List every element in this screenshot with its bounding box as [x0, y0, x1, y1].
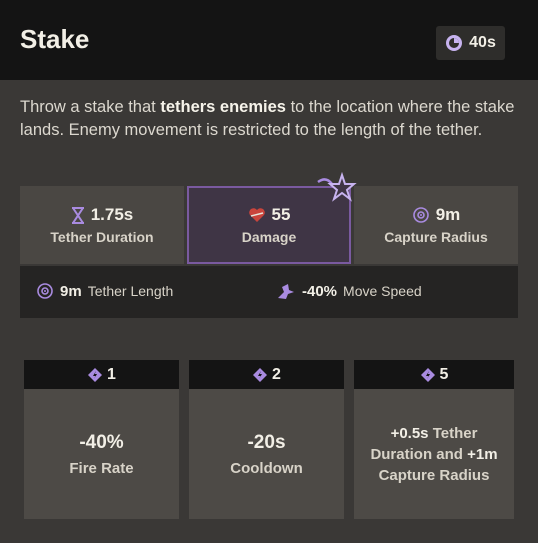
upgrade-tier-2[interactable]: 2 -20s Cooldown: [189, 360, 344, 519]
upgrade-cost-value: 1: [107, 365, 116, 383]
ability-title: Stake: [20, 24, 90, 54]
substat-label: Move Speed: [343, 283, 422, 299]
ability-header: Stake 40s: [0, 0, 538, 80]
upgrade-value: +1m: [467, 445, 498, 463]
ability-description: Throw a stake that tethers enemies to th…: [20, 96, 520, 142]
upgrade-tier-1[interactable]: 1 -40% Fire Rate: [24, 360, 179, 519]
upgrade-label: Cooldown: [230, 459, 303, 477]
ability-point-icon: [252, 367, 268, 383]
substat-label: Tether Length: [87, 283, 174, 299]
stat-label: Capture Radius: [384, 229, 488, 245]
cooldown-icon: [445, 34, 463, 52]
slow-icon: [276, 282, 296, 300]
stat-tether-duration: 1.75s Tether Duration: [20, 186, 184, 264]
description-text: Throw a stake that: [20, 98, 161, 116]
substat-move-speed: -40% Move Speed: [276, 282, 422, 300]
upgrade-value: -20s: [247, 431, 286, 453]
target-icon: [412, 206, 430, 224]
stat-label: Tether Duration: [50, 229, 154, 245]
upgrade-cost-value: 5: [439, 365, 449, 383]
upgrade-cost: 2: [189, 360, 344, 389]
upgrade-label: Capture Radius: [378, 466, 490, 484]
target-icon: [36, 282, 54, 300]
substats-row: 9m Tether Length -40% Move Speed: [20, 266, 518, 318]
upgrade-value: -40%: [79, 431, 124, 453]
stat-value: 55: [271, 205, 291, 224]
substat-value: 9m: [60, 282, 82, 300]
substat-tether-length: 9m Tether Length: [36, 282, 173, 300]
upgrade-tier-3[interactable]: 5 +0.5s Tether Duration and +1m Capture …: [354, 360, 514, 519]
upgrade-label: Fire Rate: [69, 459, 134, 477]
cooldown-value: 40s: [469, 34, 496, 51]
upgrade-cost: 1: [24, 360, 179, 389]
substat-value: -40%: [302, 282, 338, 300]
upgrade-description: +0.5s Tether Duration and +1m Capture Ra…: [364, 423, 504, 486]
star-badge-icon: [316, 172, 358, 206]
upgrade-cost-value: 2: [272, 365, 281, 383]
upgrade-cost: 5: [354, 360, 514, 389]
description-highlight: tethers enemies: [160, 98, 286, 116]
ability-point-icon: [420, 367, 436, 383]
stat-value: 9m: [435, 205, 461, 224]
stat-label: Damage: [241, 229, 297, 245]
cooldown-badge: 40s: [436, 26, 505, 60]
heart-damage-icon: [248, 207, 266, 223]
upgrade-value: +0.5s: [390, 424, 429, 442]
stat-value: 1.75s: [90, 205, 134, 224]
stat-capture-radius: 9m Capture Radius: [354, 186, 518, 264]
hourglass-icon: [71, 206, 85, 224]
ability-point-icon: [87, 367, 103, 383]
